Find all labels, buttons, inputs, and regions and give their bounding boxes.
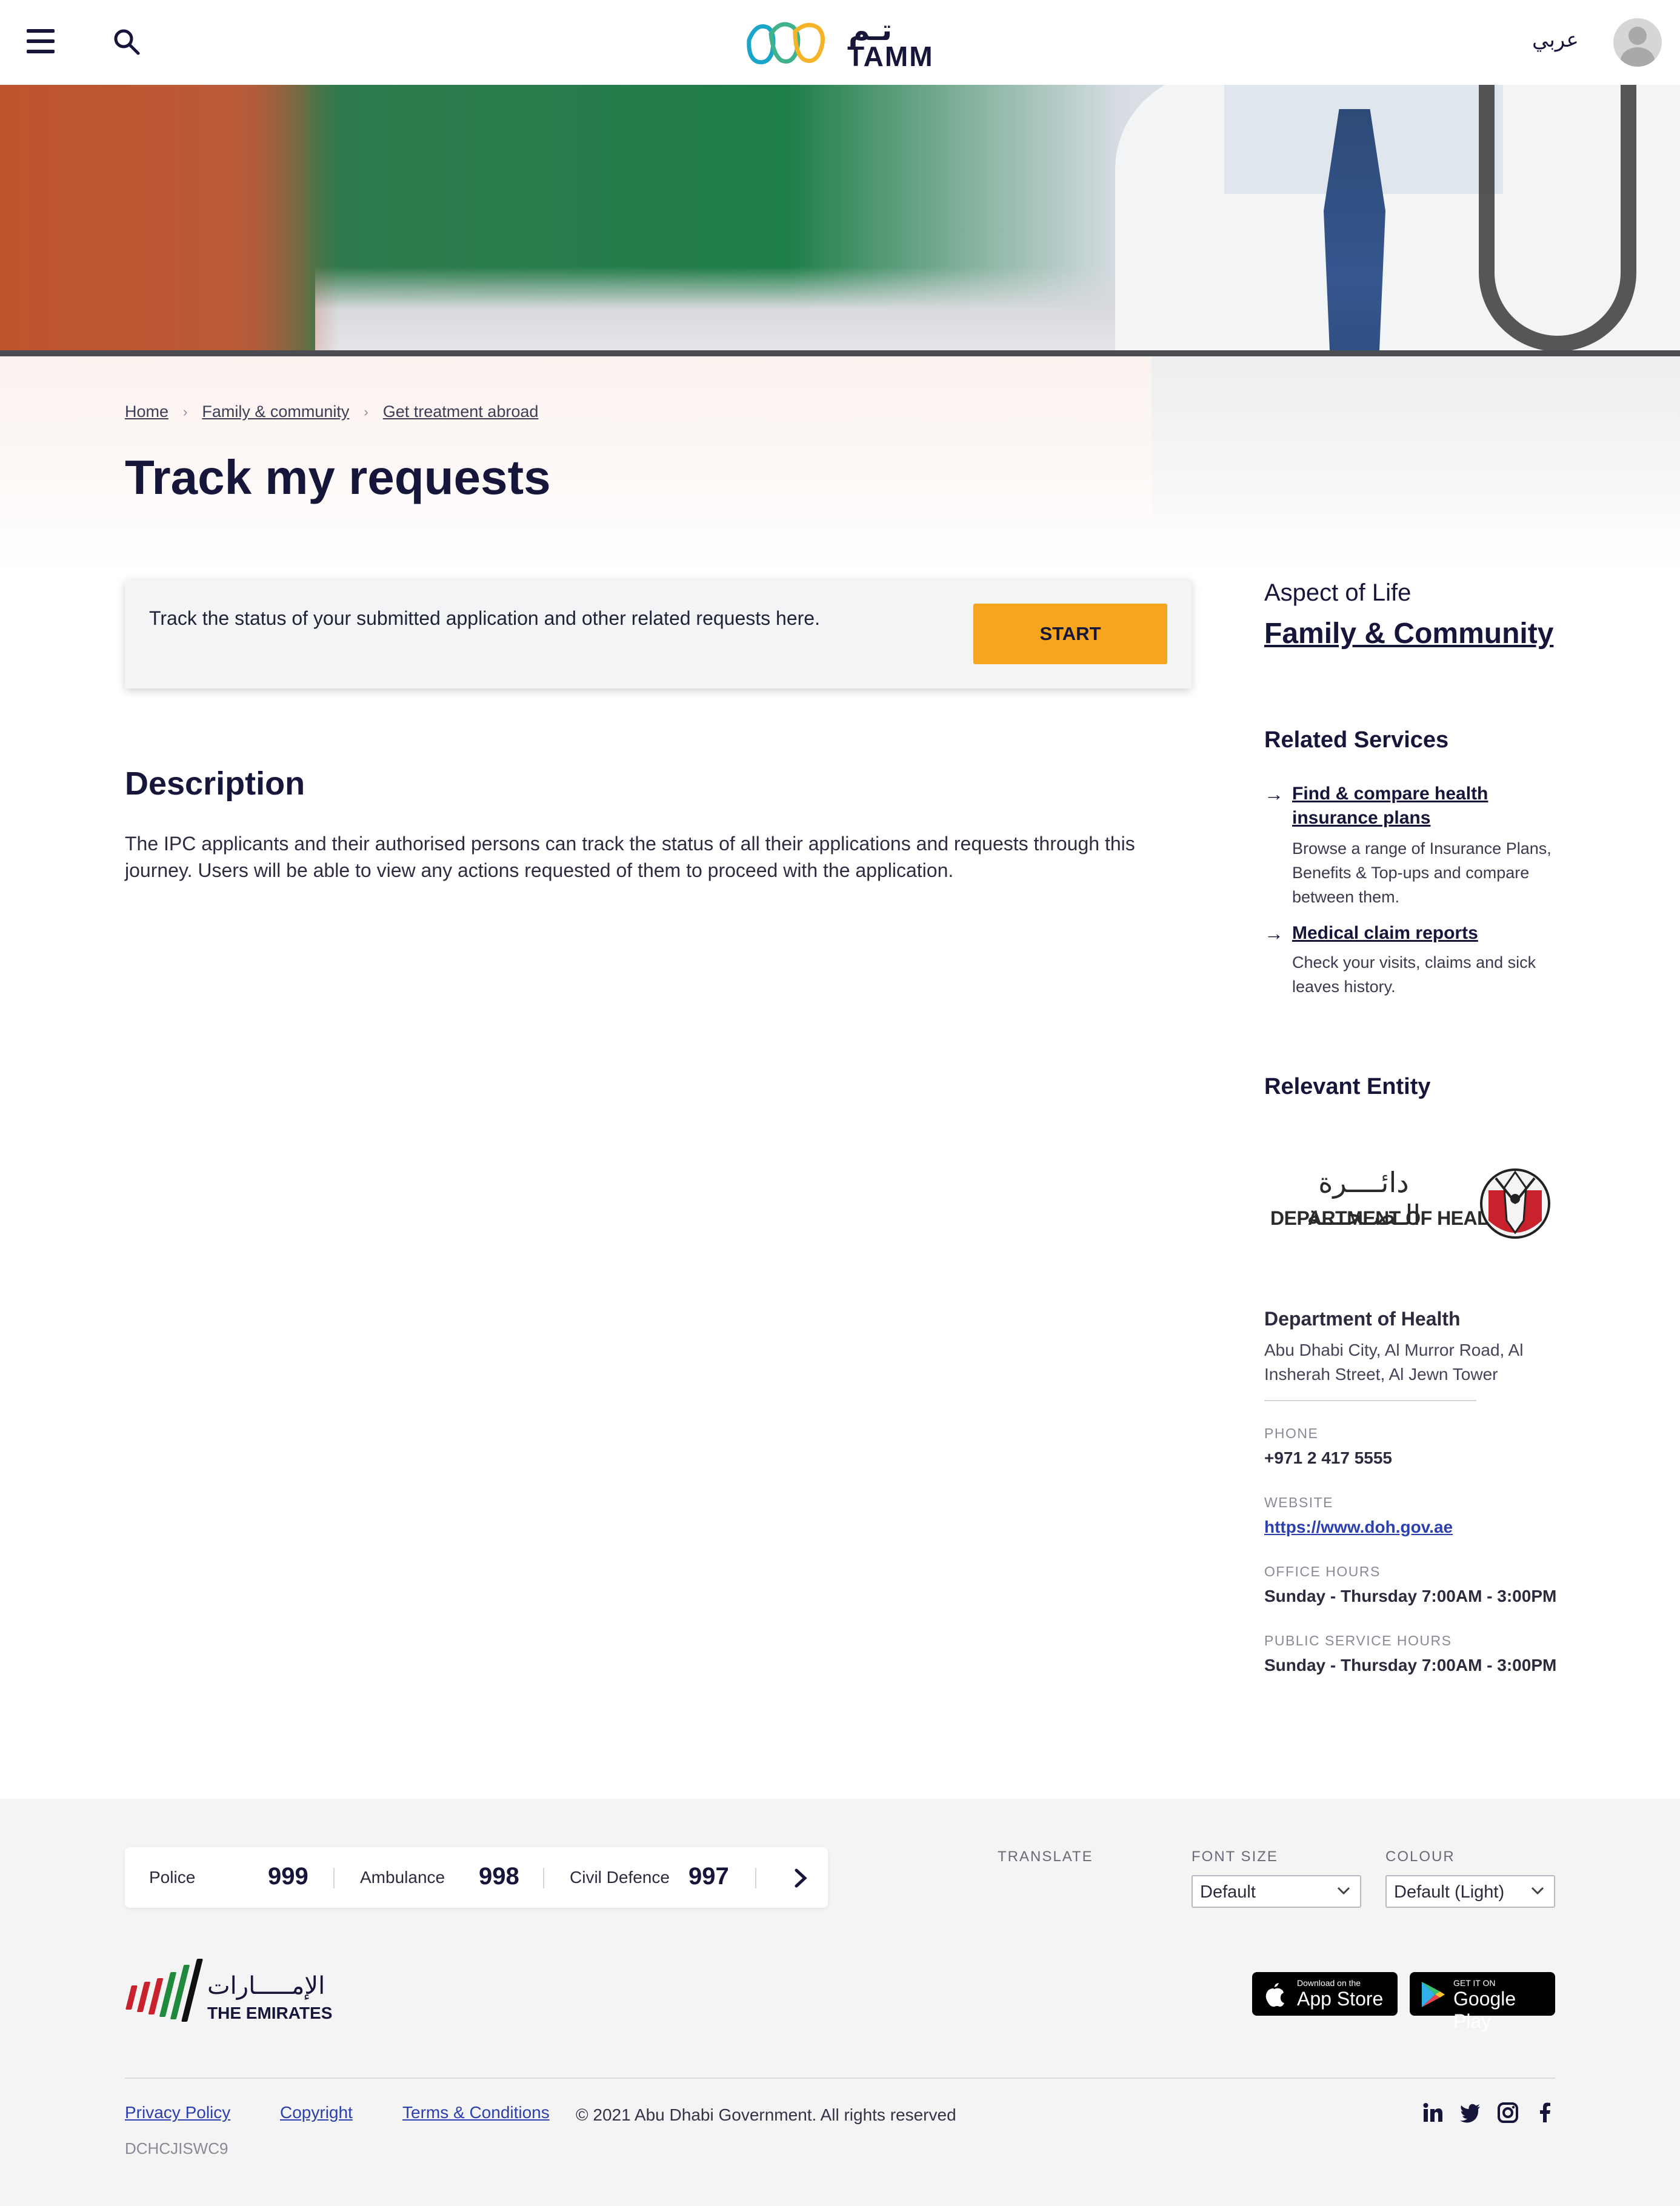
related-services-title: Related Services — [1264, 727, 1449, 753]
chevron-right-icon[interactable] — [785, 1863, 816, 1893]
the-emirates-logo[interactable]: الإمـــــارات THE EMIRATES — [125, 1955, 337, 2028]
hero-banner-image — [0, 85, 1680, 352]
ambulance-label: Ambulance — [360, 1868, 445, 1887]
footer: Police 999 Ambulance 998 Civil Defence 9… — [0, 1799, 1680, 2206]
emergency-divider — [755, 1868, 756, 1888]
emergency-numbers-bar: Police 999 Ambulance 998 Civil Defence 9… — [125, 1847, 828, 1908]
privacy-policy-link[interactable]: Privacy Policy — [125, 2103, 230, 2122]
terms-conditions-link[interactable]: Terms & Conditions — [402, 2103, 550, 2122]
police-number[interactable]: 999 — [268, 1863, 308, 1890]
emirates-arabic-text: الإمـــــارات — [207, 1973, 325, 1999]
linkedin-icon[interactable] — [1422, 2102, 1444, 2124]
abu-dhabi-emblem-icon — [1480, 1168, 1550, 1239]
public-service-hours-label: PUBLIC SERVICE HOURS — [1264, 1633, 1452, 1648]
copyright-link[interactable]: Copyright — [280, 2103, 353, 2122]
chevron-down-icon — [1337, 1887, 1350, 1895]
aspect-of-life-link[interactable]: Family & Community — [1264, 617, 1553, 650]
font-size-select[interactable]: Default — [1192, 1875, 1361, 1908]
font-size-value: Default — [1200, 1882, 1256, 1902]
menu-icon[interactable] — [27, 29, 55, 53]
app-store-badge[interactable]: Download on the App Store — [1252, 1972, 1398, 2016]
related-service-link[interactable]: Find & compare health insurance plans — [1292, 782, 1547, 830]
phone-value[interactable]: +971 2 417 5555 — [1264, 1448, 1392, 1468]
entity-name: Department of Health — [1264, 1308, 1461, 1330]
google-play-big-text: Google Play — [1453, 1988, 1516, 2032]
department-of-health-logo[interactable]: دائــــرة الـصـحـــة DEPARTMENT OF HEALT… — [1267, 1151, 1552, 1255]
copyright-text: © 2021 Abu Dhabi Government. All rights … — [576, 2105, 956, 2124]
top-header: تـم TAMM عربي — [0, 0, 1680, 85]
colour-select[interactable]: Default (Light) — [1385, 1875, 1555, 1908]
breadcrumb-family-community[interactable]: Family & community — [202, 402, 349, 421]
google-play-badge[interactable]: GET IT ON Google Play — [1410, 1972, 1555, 2032]
start-card: Track the status of your submitted appli… — [125, 579, 1192, 688]
google-play-small-text: GET IT ON — [1453, 1978, 1496, 1988]
colour-label: COLOUR — [1385, 1848, 1455, 1865]
related-service-desc: Browse a range of Insurance Plans, Benef… — [1292, 839, 1552, 906]
emirates-english-text: THE EMIRATES — [207, 2004, 333, 2022]
start-card-text: Track the status of your submitted appli… — [149, 607, 820, 629]
arrow-right-icon: → — [1264, 783, 1284, 805]
instagram-icon[interactable] — [1497, 2102, 1519, 2124]
page-code: DCHCJISWC9 — [125, 2139, 228, 2158]
apple-icon — [1265, 1983, 1284, 2007]
user-avatar-icon[interactable] — [1613, 18, 1662, 67]
start-button[interactable]: START — [973, 604, 1167, 664]
phone-label: PHONE — [1264, 1425, 1319, 1441]
website-label: WEBSITE — [1264, 1495, 1334, 1510]
language-toggle[interactable]: عربي — [1532, 28, 1579, 52]
breadcrumb-get-treatment-abroad[interactable]: Get treatment abroad — [383, 402, 539, 421]
chevron-right-icon: › — [364, 404, 368, 419]
website-link[interactable]: https://www.doh.gov.ae — [1264, 1518, 1453, 1537]
civil-defence-label: Civil Defence — [570, 1868, 670, 1887]
entity-divider — [1264, 1400, 1476, 1401]
google-play-icon — [1422, 1982, 1445, 2007]
twitter-icon[interactable] — [1459, 2102, 1481, 2124]
office-hours-label: OFFICE HOURS — [1264, 1564, 1381, 1579]
emergency-divider — [543, 1868, 544, 1888]
translate-label[interactable]: TRANSLATE — [998, 1848, 1093, 1865]
chevron-down-icon — [1531, 1887, 1544, 1895]
public-service-hours-value: Sunday - Thursday 7:00AM - 3:00PM — [1264, 1656, 1557, 1674]
tamm-logo[interactable]: تـم TAMM — [744, 15, 938, 72]
doh-logo-english: DEPARTMENT OF HEALTH — [1270, 1207, 1513, 1229]
chevron-right-icon: › — [183, 404, 188, 419]
hero-fade-right — [1152, 356, 1680, 538]
facebook-icon[interactable] — [1535, 2102, 1556, 2124]
office-hours-value: Sunday - Thursday 7:00AM - 3:00PM — [1264, 1587, 1557, 1605]
description-title: Description — [125, 765, 305, 802]
aspect-of-life-label: Aspect of Life — [1264, 579, 1412, 606]
footer-divider — [125, 2078, 1555, 2079]
breadcrumb: Home › Family & community › Get treatmen… — [125, 402, 538, 421]
app-store-big-text: App Store — [1297, 1988, 1384, 2010]
emergency-divider — [333, 1868, 335, 1888]
logo-text: TAMM — [847, 41, 934, 72]
description-text: The IPC applicants and their authorised … — [125, 833, 1135, 881]
app-store-small-text: Download on the — [1297, 1978, 1361, 1988]
related-service-link[interactable]: Medical claim reports — [1292, 921, 1547, 945]
search-icon[interactable] — [112, 27, 142, 57]
relevant-entity-title: Relevant Entity — [1264, 1074, 1431, 1099]
entity-address: Abu Dhabi City, Al Murror Road, Al Inshe… — [1264, 1341, 1524, 1384]
civil-defence-number[interactable]: 997 — [688, 1863, 729, 1890]
hero-divider — [0, 350, 1680, 356]
page-title: Track my requests — [125, 450, 551, 504]
font-size-label: FONT SIZE — [1192, 1848, 1278, 1865]
ambulance-number[interactable]: 998 — [479, 1863, 519, 1890]
related-service-desc: Check your visits, claims and sick leave… — [1292, 953, 1536, 996]
arrow-right-icon: → — [1264, 922, 1284, 944]
breadcrumb-home[interactable]: Home — [125, 402, 168, 421]
police-label: Police — [149, 1868, 196, 1887]
colour-value: Default (Light) — [1394, 1882, 1505, 1902]
